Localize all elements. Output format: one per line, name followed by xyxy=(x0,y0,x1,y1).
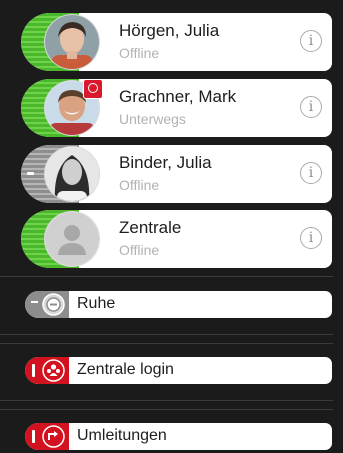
function-label: Ruhe xyxy=(77,295,116,312)
redirect-icon xyxy=(42,425,65,448)
info-icon[interactable]: i xyxy=(300,162,322,184)
divider xyxy=(0,276,333,277)
contact-status: Offline xyxy=(119,45,160,61)
function-card xyxy=(25,357,332,384)
contact-row-zentrale[interactable]: Zentrale Offline i xyxy=(21,210,332,268)
umleitungen-button[interactable]: Umleitungen xyxy=(25,423,332,450)
contact-row-hoergen-julia[interactable]: Hörgen, Julia Offline i xyxy=(21,13,332,71)
divider xyxy=(0,400,333,401)
divider xyxy=(0,343,333,344)
ruhe-toggle-button[interactable]: Ruhe xyxy=(25,291,332,318)
function-card xyxy=(25,291,332,318)
on-bar-icon xyxy=(32,430,35,443)
contact-status: Offline xyxy=(119,177,160,193)
contact-name: Hörgen, Julia xyxy=(119,21,220,40)
do-not-disturb-icon xyxy=(42,293,65,316)
zentrale-login-button[interactable]: Zentrale login xyxy=(25,357,332,384)
contact-status: Offline xyxy=(119,242,160,258)
contact-row-binder-julia[interactable]: Binder, Julia Offline i xyxy=(21,145,332,203)
minus-icon xyxy=(27,172,34,175)
function-label: Umleitungen xyxy=(77,427,167,444)
minus-icon xyxy=(31,301,38,303)
on-bar-icon xyxy=(32,364,35,377)
avatar xyxy=(45,212,99,266)
group-icon xyxy=(42,359,65,382)
contact-name: Grachner, Mark xyxy=(119,87,237,106)
message-badge-icon xyxy=(83,79,103,99)
info-icon[interactable]: i xyxy=(300,30,322,52)
contact-row-grachner-mark[interactable]: Grachner, Mark Unterwegs i xyxy=(21,79,332,137)
info-icon[interactable]: i xyxy=(300,227,322,249)
info-icon[interactable]: i xyxy=(300,96,322,118)
function-card xyxy=(25,423,332,450)
contact-name: Binder, Julia xyxy=(119,153,212,172)
avatar xyxy=(45,15,99,69)
function-label: Zentrale login xyxy=(77,361,174,378)
contact-name: Zentrale xyxy=(119,218,182,237)
divider xyxy=(0,334,333,335)
avatar xyxy=(45,147,99,201)
contact-status: Unterwegs xyxy=(119,111,186,127)
divider xyxy=(0,409,333,410)
